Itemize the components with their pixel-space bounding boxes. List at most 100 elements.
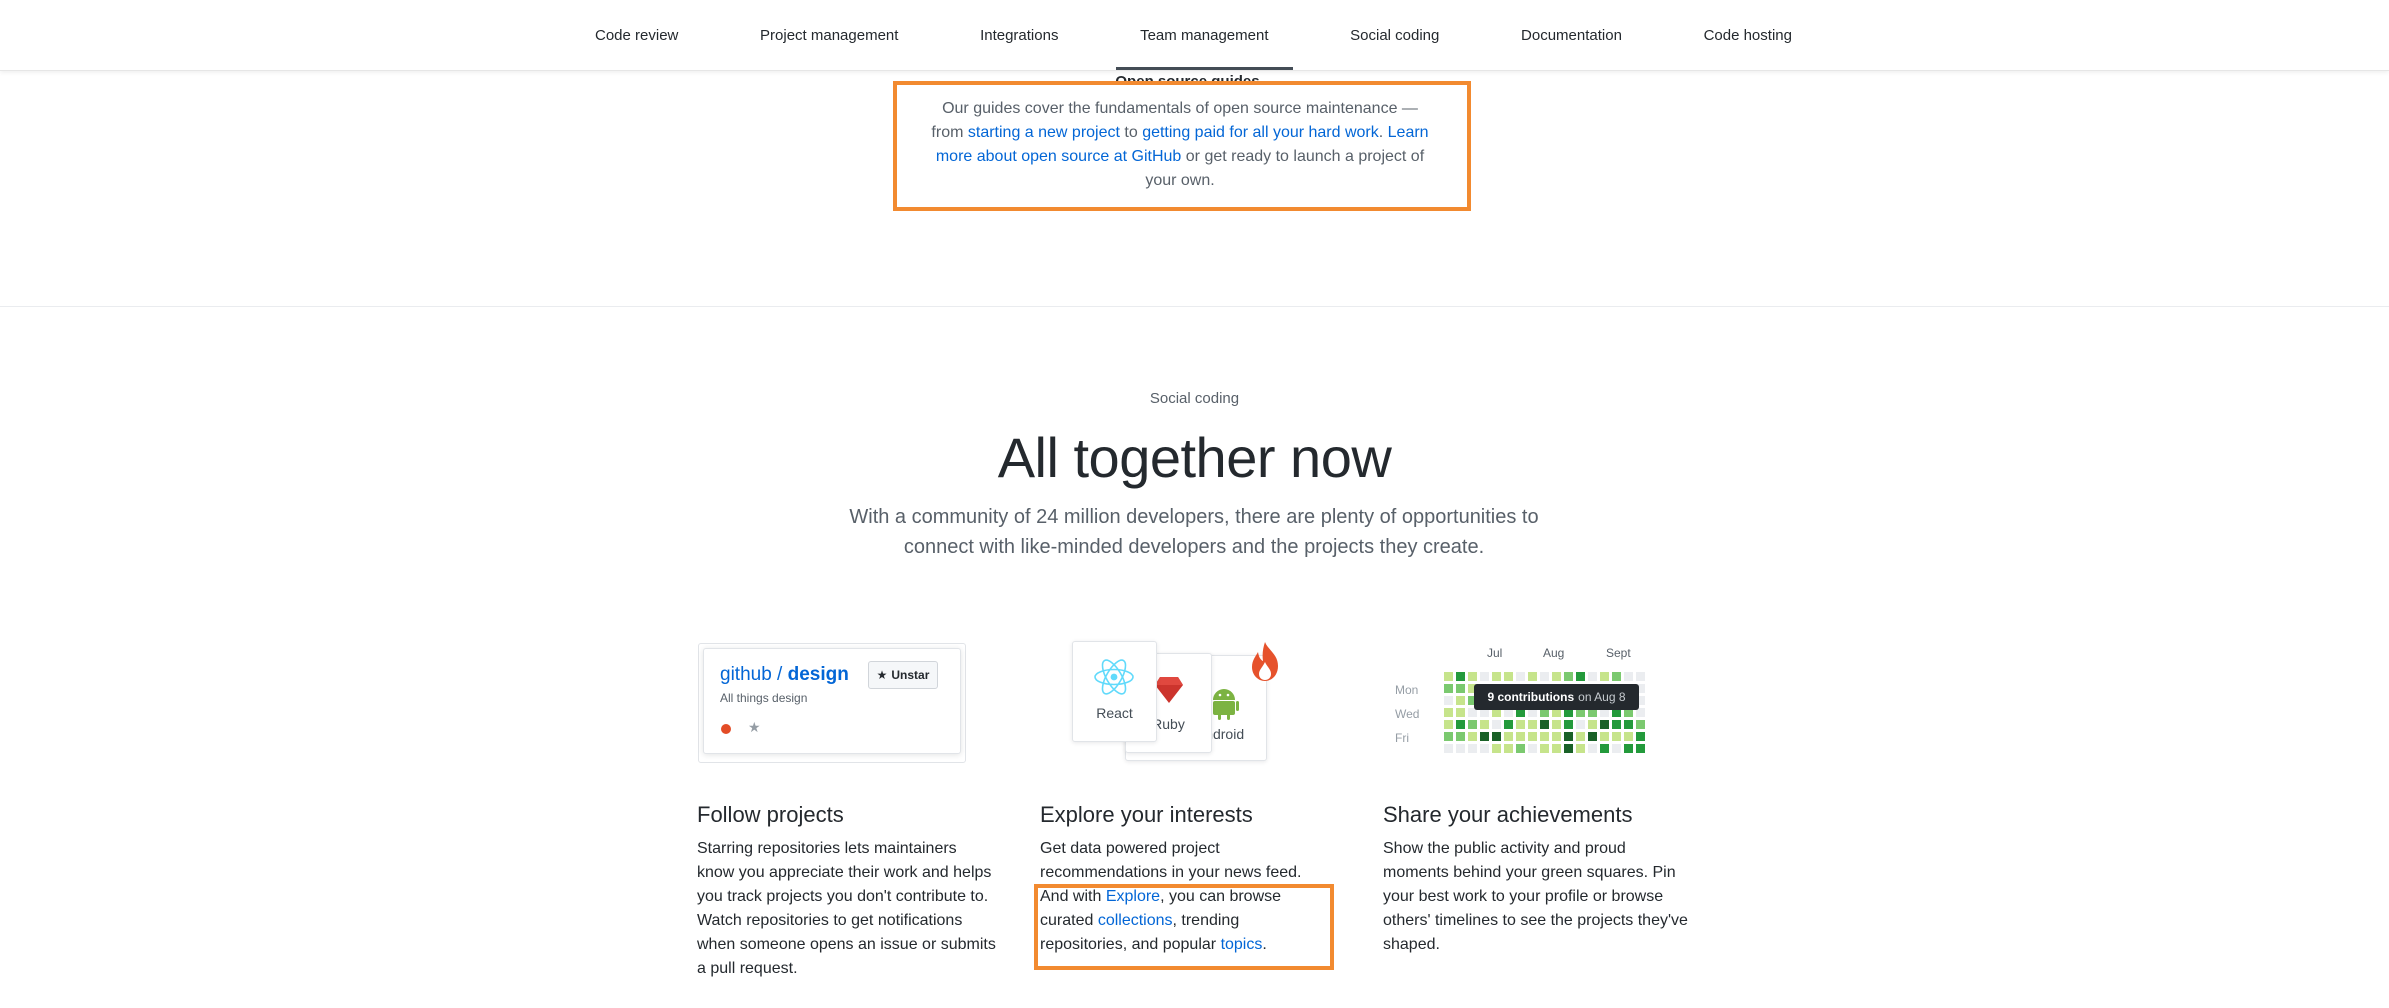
repo-name[interactable]: github / design bbox=[720, 664, 849, 686]
contribution-cell[interactable] bbox=[1528, 720, 1537, 729]
contribution-cell[interactable] bbox=[1636, 720, 1645, 729]
contribution-cell[interactable] bbox=[1624, 720, 1633, 729]
contribution-cell[interactable] bbox=[1624, 672, 1633, 681]
contribution-cell[interactable] bbox=[1492, 744, 1501, 753]
contribution-cell[interactable] bbox=[1504, 720, 1513, 729]
contribution-cell[interactable] bbox=[1468, 720, 1477, 729]
contribution-cell[interactable] bbox=[1528, 672, 1537, 681]
contribution-cell[interactable] bbox=[1612, 732, 1621, 741]
android-icon bbox=[1209, 686, 1239, 725]
contribution-cell[interactable] bbox=[1612, 720, 1621, 729]
contribution-cell[interactable] bbox=[1636, 744, 1645, 753]
contribution-cell[interactable] bbox=[1468, 672, 1477, 681]
contribution-cell[interactable] bbox=[1636, 672, 1645, 681]
contribution-cell[interactable] bbox=[1468, 732, 1477, 741]
contribution-cell[interactable] bbox=[1444, 672, 1453, 681]
contribution-cell[interactable] bbox=[1480, 744, 1489, 753]
explore-link[interactable]: Explore bbox=[1106, 888, 1160, 905]
contribution-cell[interactable] bbox=[1456, 708, 1465, 717]
contribution-cell[interactable] bbox=[1492, 732, 1501, 741]
contribution-cell[interactable] bbox=[1600, 720, 1609, 729]
month-label: Sept bbox=[1606, 646, 1631, 660]
contribution-cell[interactable] bbox=[1504, 672, 1513, 681]
contribution-cell[interactable] bbox=[1624, 732, 1633, 741]
contribution-cell[interactable] bbox=[1456, 696, 1465, 705]
nav-item-team-management[interactable]: Team management bbox=[1116, 0, 1293, 70]
contribution-cell[interactable] bbox=[1588, 732, 1597, 741]
guides-description: Our guides cover the fundamentals of ope… bbox=[930, 97, 1430, 193]
contribution-cell[interactable] bbox=[1480, 672, 1489, 681]
contribution-cell[interactable] bbox=[1516, 672, 1525, 681]
guides-text-part: or get ready to launch a project of your… bbox=[1145, 148, 1425, 189]
contribution-cell[interactable] bbox=[1456, 720, 1465, 729]
contribution-cell[interactable] bbox=[1444, 696, 1453, 705]
contribution-cell[interactable] bbox=[1576, 744, 1585, 753]
contribution-cell[interactable] bbox=[1564, 732, 1573, 741]
contribution-cell[interactable] bbox=[1444, 708, 1453, 717]
topics-link[interactable]: topics bbox=[1221, 936, 1263, 953]
collections-link[interactable]: collections bbox=[1098, 912, 1173, 929]
contribution-cell[interactable] bbox=[1600, 744, 1609, 753]
contribution-cell[interactable] bbox=[1528, 744, 1537, 753]
contribution-cell[interactable] bbox=[1492, 672, 1501, 681]
contribution-cell[interactable] bbox=[1600, 672, 1609, 681]
contribution-cell[interactable] bbox=[1576, 732, 1585, 741]
contribution-cell[interactable] bbox=[1480, 720, 1489, 729]
contribution-cell[interactable] bbox=[1516, 720, 1525, 729]
nav-item-code-review[interactable]: Code review bbox=[571, 0, 702, 70]
contribution-cell[interactable] bbox=[1576, 672, 1585, 681]
contribution-cell[interactable] bbox=[1540, 672, 1549, 681]
follow-projects-body: Starring repositories lets maintainers k… bbox=[697, 840, 996, 977]
unstar-label: Unstar bbox=[891, 668, 930, 682]
contribution-cell[interactable] bbox=[1504, 732, 1513, 741]
contribution-cell[interactable] bbox=[1528, 732, 1537, 741]
contribution-cell[interactable] bbox=[1444, 744, 1453, 753]
nav-item-project-management[interactable]: Project management bbox=[736, 0, 922, 70]
contribution-cell[interactable] bbox=[1456, 672, 1465, 681]
contribution-cell[interactable] bbox=[1540, 744, 1549, 753]
contribution-cell[interactable] bbox=[1552, 732, 1561, 741]
contribution-cell[interactable] bbox=[1444, 732, 1453, 741]
contribution-cell[interactable] bbox=[1576, 720, 1585, 729]
contribution-cell[interactable] bbox=[1516, 732, 1525, 741]
contribution-cell[interactable] bbox=[1588, 720, 1597, 729]
nav-item-integrations[interactable]: Integrations bbox=[956, 0, 1082, 70]
contribution-cell[interactable] bbox=[1540, 720, 1549, 729]
star-count-icon: ★ bbox=[748, 719, 761, 735]
contribution-cell[interactable] bbox=[1588, 672, 1597, 681]
month-label: Jul bbox=[1487, 646, 1503, 660]
contribution-cell[interactable] bbox=[1612, 744, 1621, 753]
contribution-cell[interactable] bbox=[1564, 672, 1573, 681]
contribution-cell[interactable] bbox=[1444, 684, 1453, 693]
nav-item-code-hosting[interactable]: Code hosting bbox=[1680, 0, 1816, 70]
contribution-tooltip: 9 contributions on Aug 8 bbox=[1474, 684, 1639, 710]
contribution-cell[interactable] bbox=[1468, 744, 1477, 753]
contribution-cell[interactable] bbox=[1588, 744, 1597, 753]
contribution-cell[interactable] bbox=[1612, 672, 1621, 681]
contribution-cell[interactable] bbox=[1564, 720, 1573, 729]
nav-item-documentation[interactable]: Documentation bbox=[1497, 0, 1646, 70]
contribution-cell[interactable] bbox=[1456, 732, 1465, 741]
starting-new-project-link[interactable]: starting a new project bbox=[968, 124, 1120, 141]
contribution-cell[interactable] bbox=[1456, 684, 1465, 693]
contribution-cell[interactable] bbox=[1552, 744, 1561, 753]
nav-item-social-coding[interactable]: Social coding bbox=[1326, 0, 1463, 70]
getting-paid-link[interactable]: getting paid for all your hard work bbox=[1142, 124, 1379, 141]
guides-text-part: . bbox=[1378, 124, 1388, 141]
contribution-cell[interactable] bbox=[1504, 744, 1513, 753]
unstar-button[interactable]: ★ Unstar bbox=[868, 661, 938, 689]
contribution-cell[interactable] bbox=[1552, 672, 1561, 681]
contribution-cell[interactable] bbox=[1516, 744, 1525, 753]
contribution-cell[interactable] bbox=[1636, 732, 1645, 741]
contribution-cell[interactable] bbox=[1492, 720, 1501, 729]
contribution-cell[interactable] bbox=[1444, 720, 1453, 729]
contribution-cell[interactable] bbox=[1564, 744, 1573, 753]
contribution-cell[interactable] bbox=[1480, 732, 1489, 741]
trending-fire-icon bbox=[1248, 640, 1282, 687]
contribution-cell[interactable] bbox=[1540, 732, 1549, 741]
contribution-cell[interactable] bbox=[1600, 732, 1609, 741]
contribution-cell[interactable] bbox=[1552, 720, 1561, 729]
contribution-cell[interactable] bbox=[1624, 744, 1633, 753]
react-icon bbox=[1093, 658, 1135, 701]
contribution-cell[interactable] bbox=[1456, 744, 1465, 753]
